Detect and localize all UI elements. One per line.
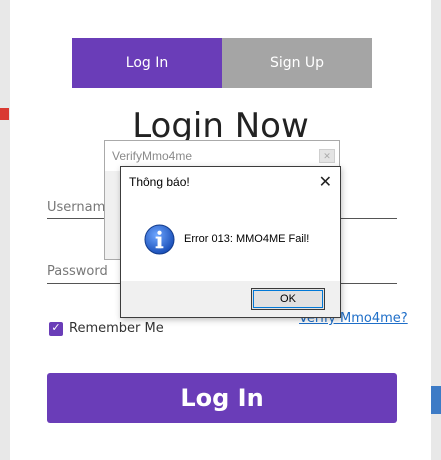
background-window-edge-left: [0, 0, 10, 460]
ok-button[interactable]: OK: [251, 288, 325, 310]
info-icon: [144, 223, 175, 255]
remember-me-label: Remember Me: [69, 321, 164, 336]
auth-tabs: Log In Sign Up: [72, 38, 372, 88]
dialog-title: Thông báo!: [129, 175, 190, 189]
tab-signup[interactable]: Sign Up: [222, 38, 372, 88]
tab-login[interactable]: Log In: [72, 38, 222, 88]
dialog-body: Error 013: MMO4ME Fail!: [121, 197, 340, 281]
message-dialog: Thông báo! ✕ Error 013: MMO4ME Fail! OK: [120, 166, 341, 318]
dialog-message: Error 013: MMO4ME Fail!: [184, 233, 310, 245]
remember-me: ✓ Remember Me: [49, 321, 164, 336]
verify-window-close-icon[interactable]: ✕: [319, 149, 335, 163]
background-red-marker: [0, 108, 9, 120]
login-button[interactable]: Log In: [47, 373, 397, 423]
background-blue-marker: [431, 386, 441, 414]
dialog-footer: OK: [121, 281, 340, 317]
password-field[interactable]: Password: [47, 264, 108, 279]
remember-me-checkbox[interactable]: ✓: [49, 321, 63, 336]
close-icon[interactable]: ✕: [319, 172, 332, 192]
